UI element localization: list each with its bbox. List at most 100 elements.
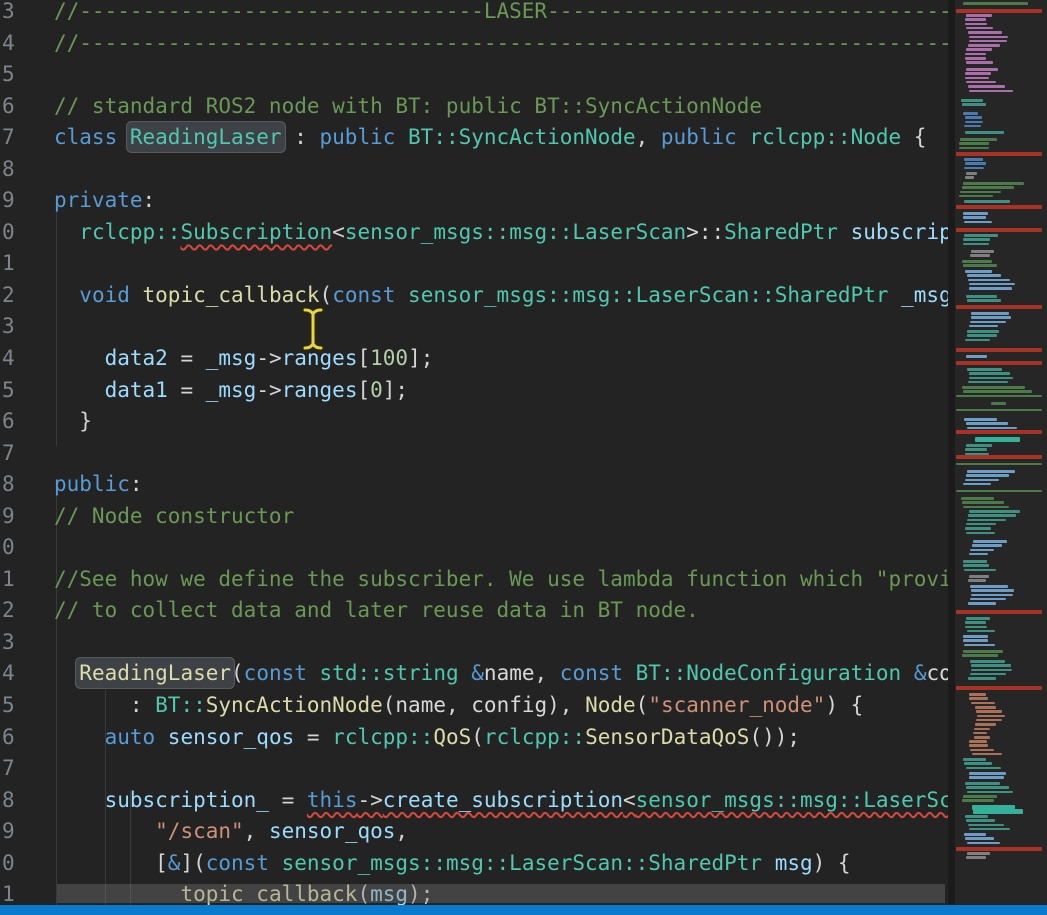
code-line[interactable]: void topic_callback(const sensor_msgs::m… [0,280,948,312]
minimap-line [963,758,986,761]
minimap-line [973,540,1007,543]
minimap-line [968,514,1015,517]
minimap-line [967,842,1000,845]
minimap-line [961,99,983,102]
minimap-line [966,68,998,71]
code-line[interactable]: //--------------------------------------… [0,28,948,60]
code-line[interactable]: //--------------------------------LASER-… [0,0,948,28]
status-bar [0,905,1047,915]
minimap-line [966,523,996,526]
minimap-line [956,455,1042,459]
code-line[interactable]: data2 = _msg->ranges[100]; [0,343,948,375]
code-area[interactable]: //--------------------------------LASER-… [0,0,948,915]
minimap-line [970,321,1006,324]
minimap-line [965,527,991,530]
minimap-line [976,710,1002,713]
minimap-line [970,673,1006,676]
minimap-line [965,121,983,124]
minimap-line [965,837,993,840]
code-line[interactable]: "/scan", sensor_qos, [0,816,948,848]
minimap-line [966,532,996,535]
minimap-line [970,254,990,257]
minimap-line [969,693,986,696]
code-line[interactable] [0,438,948,470]
minimap-line [970,585,1008,588]
minimap-line [963,635,988,638]
minimap-line [963,560,987,563]
minimap-line [962,260,992,263]
code-line[interactable]: : BT::SyncActionNode(name, config), Node… [0,690,948,722]
minimap-line [967,299,1001,302]
minimap-line [956,463,1042,465]
code-line[interactable]: [&](const sensor_msgs::msg::LaserScan::S… [0,848,948,880]
minimap-line [968,31,1002,34]
minimap-line [956,490,1042,492]
minimap-line [963,639,988,642]
minimap-line [972,753,1002,756]
minimap-line [965,621,986,624]
minimap-line [973,809,1023,814]
minimap-line [964,158,983,161]
minimap-line [971,594,1013,597]
code-line[interactable] [0,154,948,186]
code-line[interactable]: // Node constructor [0,501,948,533]
minimap-line [965,176,974,179]
minimap-line [968,85,1006,88]
code-line[interactable] [0,311,948,343]
code-line[interactable]: public: [0,469,948,501]
code-line[interactable]: data1 = _msg->ranges[0]; [0,375,948,407]
minimap-line [969,828,1010,831]
minimap-line [956,430,1042,434]
minimap-line [967,470,1015,473]
minimap-line [967,334,997,337]
minimap-line [991,402,1005,405]
minimap-line [959,142,989,145]
code-line[interactable] [0,753,948,785]
minimap-line [964,234,998,237]
minimap[interactable] [955,0,1047,915]
code-line[interactable]: private: [0,185,948,217]
code-line[interactable] [0,627,948,659]
code-line[interactable]: subscription_ = this->create_subscriptio… [0,785,948,817]
code-line[interactable]: class ReadingLaser : public BT::SyncActi… [0,122,948,154]
minimap-line [969,776,1004,779]
minimap-line [976,719,1002,722]
code-line[interactable]: // standard ROS2 node with BT: public BT… [0,91,948,123]
minimap-line [962,103,987,106]
code-line[interactable]: auto sensor_qos = rclcpp::QoS(rclcpp::Se… [0,722,948,754]
minimap-line [974,736,990,739]
minimap-line [967,427,1017,430]
minimap-line [975,437,1020,442]
code-line[interactable] [0,248,948,280]
minimap-line [961,497,995,500]
minimap-line [967,274,1001,277]
minimap-line [963,216,986,219]
code-line[interactable] [0,59,948,91]
minimap-line [963,483,990,486]
minimap-line [963,2,1028,5]
code-line[interactable]: ReadingLaser(const std::string &name, co… [0,658,948,690]
code-line[interactable]: // to collect data and later reuse data … [0,595,948,627]
minimap-line [964,644,994,647]
minimap-line [956,395,1042,397]
minimap-line [964,833,986,836]
minimap-line [965,626,987,629]
minimap-line [965,339,990,342]
minimap-line [966,444,992,447]
minimap-line [969,740,987,743]
minimap-line [960,138,997,141]
minimap-line [963,264,997,267]
minimap-line [964,221,992,224]
code-line[interactable]: rclcpp::Subscription<sensor_msgs::msg::L… [0,217,948,249]
minimap-line [974,728,990,731]
horizontal-scrollbar[interactable] [57,884,945,903]
code-line[interactable]: } [0,406,948,438]
minimap-line [965,815,988,818]
minimap-line [959,195,993,198]
code-line[interactable]: //See how we define the subscriber. We u… [0,564,948,596]
minimap-line [969,372,1011,375]
code-editor: 34567890123456789012345678901 //--------… [0,0,1047,915]
code-line[interactable] [0,532,948,564]
minimap-line [963,650,1003,653]
minimap-line [965,479,1000,482]
